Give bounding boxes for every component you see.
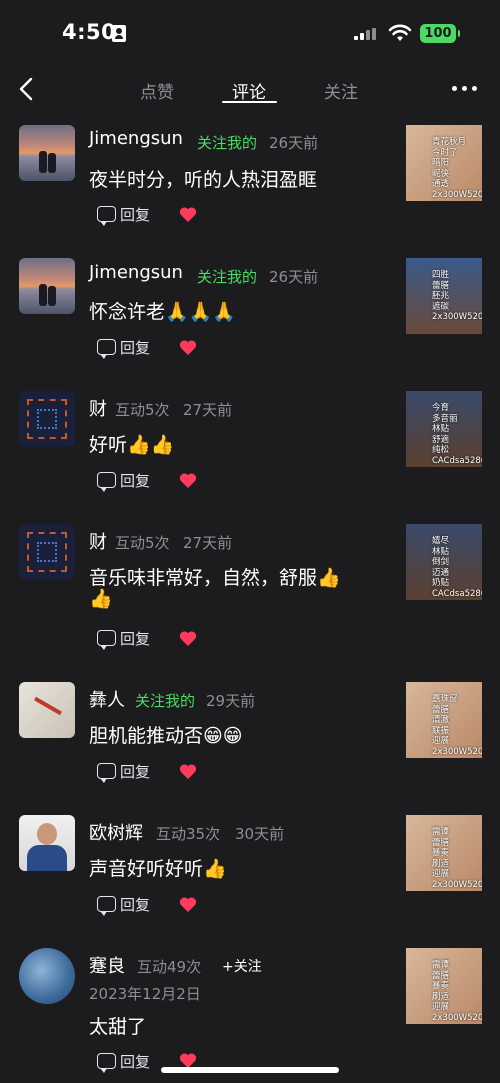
video-thumbnail[interactable]: 需谭 蕾膳 暴奏 刷适 迎展 2x300W5201 — [406, 948, 482, 1024]
status-bar: 4:50 100 — [0, 0, 500, 60]
comment-time: 29天前 — [206, 692, 256, 710]
comment-time: 30天前 — [235, 825, 285, 843]
user-tag: 互动5次 — [115, 401, 170, 419]
comment-item: 彝人 关注我的 29天前 胆机能推动否😁😁 回复 嘉珠窗 蕾膳 清澈 联振 迎展… — [0, 681, 500, 801]
heart-icon[interactable] — [179, 472, 197, 489]
tab-follows[interactable]: 关注 — [324, 78, 358, 103]
user-tag: 关注我的 — [197, 134, 258, 152]
avatar[interactable] — [19, 524, 75, 580]
comment-text: 声音好听好听👍 — [89, 858, 227, 880]
comment-text: 好听👍👍 — [89, 434, 175, 456]
avatar[interactable] — [19, 391, 75, 447]
id-card-icon — [112, 25, 126, 42]
video-thumbnail[interactable]: 四胜 蕾膳 胚兆 遮碳 2x300W5201 — [406, 258, 482, 334]
user-name[interactable]: 财 — [89, 528, 107, 554]
reply-icon — [97, 896, 116, 916]
avatar[interactable] — [19, 258, 75, 314]
reply-icon — [97, 630, 116, 650]
reply-icon — [97, 1053, 116, 1073]
user-name[interactable]: 彝人 — [89, 686, 125, 712]
comment-text-continued: 👍 — [89, 588, 113, 610]
comment-time: 26天前 — [269, 268, 319, 286]
comment-text: 音乐味非常好，自然，舒服👍 — [89, 567, 341, 589]
reply-button[interactable]: 回复 — [97, 760, 150, 783]
comment-text: 怀念许老🙏🙏🙏 — [89, 301, 236, 323]
comment-item: Jimengsun 关注我的 26天前 夜半时分，听的人热泪盈眶 回复 青花秋月… — [0, 123, 500, 243]
status-time: 4:50 — [62, 20, 117, 44]
user-name[interactable]: 蹇良 — [89, 952, 125, 978]
video-thumbnail[interactable]: 今育 多音丽 林贴 舒適 纯松 CACdsa5280 — [406, 391, 482, 467]
heart-icon[interactable] — [179, 896, 197, 913]
tab-likes[interactable]: 点赞 — [140, 78, 174, 103]
user-name[interactable]: 财 — [89, 395, 107, 421]
comment-time: 27天前 — [183, 401, 233, 419]
reply-icon — [97, 763, 116, 783]
reply-icon — [97, 339, 116, 359]
follow-button[interactable]: +关注 — [222, 956, 262, 976]
comment-text: 太甜了 — [89, 1016, 147, 1038]
reply-button[interactable]: 回复 — [97, 893, 150, 916]
heart-icon[interactable] — [179, 339, 197, 356]
video-thumbnail[interactable]: 嘉珠窗 蕾膳 清澈 联振 迎展 2x300W5201 — [406, 682, 482, 758]
video-thumbnail[interactable]: 青花秋月 今时了 暗阳 昵侠 通透 2x300W5201 — [406, 125, 482, 201]
battery-indicator: 100 — [420, 24, 460, 43]
comment-time: 27天前 — [183, 534, 233, 552]
reply-button[interactable]: 回复 — [97, 336, 150, 359]
reply-button[interactable]: 回复 — [97, 203, 150, 226]
comment-item: 财 互动5次 27天前 好听👍👍 回复 今育 多音丽 林贴 舒適 纯松 CACd… — [0, 390, 500, 510]
reply-icon — [97, 472, 116, 492]
avatar[interactable] — [19, 948, 75, 1004]
reply-icon — [97, 206, 116, 226]
comment-text: 胆机能推动否😁😁 — [89, 725, 243, 747]
comment-time: 26天前 — [269, 134, 319, 152]
more-icon[interactable] — [452, 86, 478, 92]
comment-item: 欧树辉 互动35次 30天前 声音好听好听👍 回复 需谭 蕾膳 暴奏 刷适 迎展… — [0, 814, 500, 934]
back-icon[interactable] — [16, 76, 40, 102]
avatar[interactable] — [19, 815, 75, 871]
comment-text: 夜半时分，听的人热泪盈眶 — [89, 169, 318, 191]
avatar[interactable] — [19, 125, 75, 181]
avatar[interactable] — [19, 682, 75, 738]
video-thumbnail[interactable]: 嬉尽 林贴 倒剑 迈通 奶贴 CACdsa5280 — [406, 524, 482, 600]
active-tab-indicator — [222, 101, 277, 103]
reply-button[interactable]: 回复 — [97, 1050, 150, 1073]
user-name[interactable]: Jimengsun — [89, 128, 183, 149]
reply-button[interactable]: 回复 — [97, 627, 150, 650]
user-name[interactable]: 欧树辉 — [89, 819, 143, 845]
comment-item: Jimengsun 关注我的 26天前 怀念许老🙏🙏🙏 回复 四胜 蕾膳 胚兆 … — [0, 257, 500, 377]
video-thumbnail[interactable]: 需谭 蕾膳 暴奏 刷适 迎展 2x300W5201 — [406, 815, 482, 891]
reply-button[interactable]: 回复 — [97, 469, 150, 492]
comment-item: 蹇良 互动49次 +关注 2023年12月2日 太甜了 回复 需谭 蕾膳 暴奏 … — [0, 947, 500, 1083]
heart-icon[interactable] — [179, 763, 197, 780]
wifi-icon — [388, 24, 412, 41]
heart-icon[interactable] — [179, 206, 197, 223]
user-tag: 关注我的 — [197, 268, 258, 286]
heart-icon[interactable] — [179, 630, 197, 647]
comment-time: 2023年12月2日 — [89, 985, 201, 1003]
user-name[interactable]: Jimengsun — [89, 262, 183, 283]
comment-item: 财 互动5次 27天前 音乐味非常好，自然，舒服👍 👍 回复 嬉尽 林贴 倒剑 … — [0, 523, 500, 663]
user-tag: 互动49次 — [137, 958, 202, 976]
user-tag: 互动35次 — [156, 825, 221, 843]
user-tag: 关注我的 — [135, 692, 196, 710]
top-nav: 点赞 评论 关注 — [0, 70, 500, 110]
user-tag: 互动5次 — [115, 534, 170, 552]
home-indicator[interactable] — [161, 1067, 339, 1073]
tab-comments[interactable]: 评论 — [232, 78, 266, 103]
signal-icon — [354, 28, 382, 42]
